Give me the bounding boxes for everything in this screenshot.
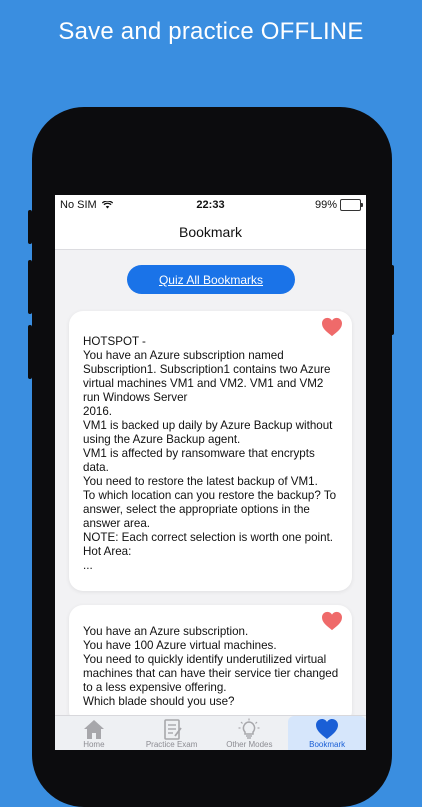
tab-label: Home xyxy=(83,740,105,749)
tab-other-modes[interactable]: Other Modes xyxy=(211,716,289,750)
home-icon xyxy=(83,720,104,739)
tab-label: Bookmark xyxy=(309,740,346,749)
tab-label: Practice Exam xyxy=(145,740,198,749)
question-text: HOTSPOT - You have an Azure subscription… xyxy=(83,335,337,572)
heart-icon[interactable] xyxy=(321,317,343,337)
promo-headline: Save and practice OFFLINE xyxy=(58,18,364,45)
status-bar: No SIM 22:33 99% xyxy=(55,195,366,215)
tab-practice-exam[interactable]: Practice Exam xyxy=(133,716,211,750)
tab-bookmark[interactable]: Bookmark xyxy=(288,716,366,750)
lightbulb-icon xyxy=(238,718,260,739)
bookmark-card[interactable]: HOTSPOT - You have an Azure subscription… xyxy=(69,311,352,591)
app-screen: No SIM 22:33 99% Bookmark Quiz All Bookm… xyxy=(55,195,366,750)
battery-icon xyxy=(340,199,363,211)
battery-status: 99% xyxy=(314,199,363,211)
heart-icon xyxy=(316,719,339,739)
page-title: Bookmark xyxy=(178,224,243,240)
bookmark-card[interactable]: You have an Azure subscription. You have… xyxy=(69,605,352,725)
question-text: You have an Azure subscription. You have… xyxy=(83,625,339,708)
battery-percent: 99% xyxy=(314,199,337,211)
quiz-all-bookmarks-button[interactable]: Quiz All Bookmarks xyxy=(127,265,295,294)
tab-home[interactable]: Home xyxy=(55,716,133,750)
tab-bar: Home Practice Exam Other Modes Bookmark xyxy=(55,715,366,750)
nav-bar: Bookmark xyxy=(55,215,366,250)
exam-icon xyxy=(163,719,182,740)
tab-label: Other Modes xyxy=(226,740,273,749)
